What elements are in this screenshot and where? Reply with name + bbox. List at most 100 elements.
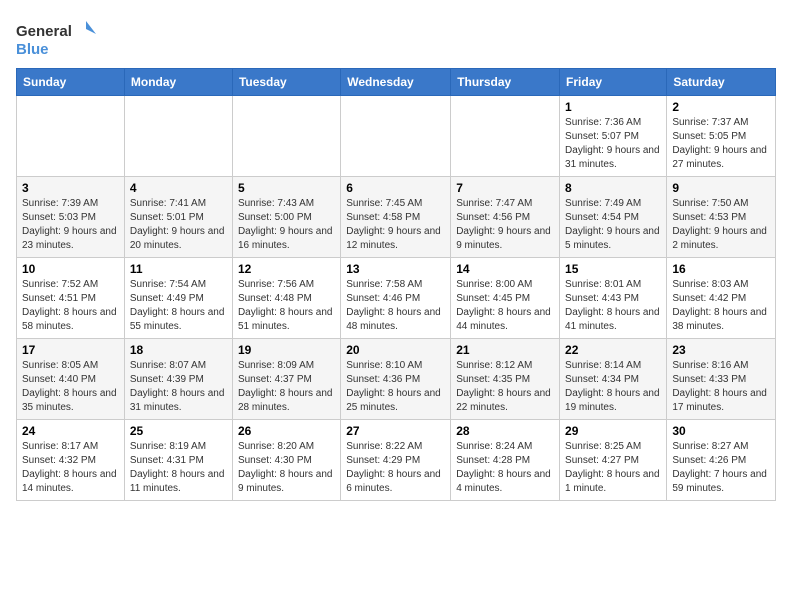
week-row-3: 17 Sunrise: 8:05 AM Sunset: 4:40 PM Dayli… xyxy=(17,339,776,420)
day-cell: 15Sunrise: 8:01 AM Sunset: 4:43 PM Dayli… xyxy=(560,258,667,339)
day-number: 16 xyxy=(672,262,770,276)
day-cell: 11 Sunrise: 7:54 AM Sunset: 4:49 PM Dayli… xyxy=(124,258,232,339)
day-info: Sunrise: 8:09 AM Sunset: 4:37 PM Dayligh… xyxy=(238,359,335,415)
header-cell-monday: Monday xyxy=(124,69,232,96)
day-info: Sunrise: 8:03 AM Sunset: 4:42 PM Dayligh… xyxy=(672,278,770,334)
day-info: Sunrise: 8:00 AM Sunset: 4:45 PM Dayligh… xyxy=(456,278,554,334)
day-number: 1 xyxy=(565,100,661,114)
day-info: Sunrise: 8:17 AM Sunset: 4:32 PM Dayligh… xyxy=(22,440,119,496)
day-cell xyxy=(17,96,125,177)
header-cell-thursday: Thursday xyxy=(451,69,560,96)
day-cell: 29 Sunrise: 8:25 AM Sunset: 4:27 PM Dayli… xyxy=(560,420,667,501)
day-number: 28 xyxy=(456,424,554,438)
day-cell: 20 Sunrise: 8:10 AM Sunset: 4:36 PM Dayli… xyxy=(341,339,451,420)
day-cell: 6 Sunrise: 7:45 AM Sunset: 4:58 PM Daylig… xyxy=(341,177,451,258)
day-cell xyxy=(232,96,340,177)
day-number: 15 xyxy=(565,262,661,276)
day-cell: 10Sunrise: 7:52 AM Sunset: 4:51 PM Dayli… xyxy=(17,258,125,339)
day-number: 29 xyxy=(565,424,661,438)
day-number: 6 xyxy=(346,181,445,195)
day-number: 14 xyxy=(456,262,554,276)
day-number: 22 xyxy=(565,343,661,357)
day-cell: 30 Sunrise: 8:27 AM Sunset: 4:26 PM Dayli… xyxy=(667,420,776,501)
day-number: 19 xyxy=(238,343,335,357)
calendar-header: SundayMondayTuesdayWednesdayThursdayFrid… xyxy=(17,69,776,96)
day-info: Sunrise: 7:37 AM Sunset: 5:05 PM Dayligh… xyxy=(672,116,770,172)
week-row-2: 10Sunrise: 7:52 AM Sunset: 4:51 PM Dayli… xyxy=(17,258,776,339)
day-number: 30 xyxy=(672,424,770,438)
day-info: Sunrise: 8:05 AM Sunset: 4:40 PM Dayligh… xyxy=(22,359,119,415)
day-number: 17 xyxy=(22,343,119,357)
day-cell: 26 Sunrise: 8:20 AM Sunset: 4:30 PM Dayli… xyxy=(232,420,340,501)
day-number: 26 xyxy=(238,424,335,438)
day-cell: 12 Sunrise: 7:56 AM Sunset: 4:48 PM Dayli… xyxy=(232,258,340,339)
day-number: 9 xyxy=(672,181,770,195)
day-number: 3 xyxy=(22,181,119,195)
day-cell: 4Sunrise: 7:41 AM Sunset: 5:01 PM Daylig… xyxy=(124,177,232,258)
day-info: Sunrise: 8:10 AM Sunset: 4:36 PM Dayligh… xyxy=(346,359,445,415)
day-cell: 9Sunrise: 7:50 AM Sunset: 4:53 PM Daylig… xyxy=(667,177,776,258)
logo-icon: General Blue xyxy=(16,16,96,60)
day-number: 27 xyxy=(346,424,445,438)
day-info: Sunrise: 7:47 AM Sunset: 4:56 PM Dayligh… xyxy=(456,197,554,253)
week-row-1: 3 Sunrise: 7:39 AM Sunset: 5:03 PM Daylig… xyxy=(17,177,776,258)
day-cell: 1 Sunrise: 7:36 AM Sunset: 5:07 PM Daylig… xyxy=(560,96,667,177)
day-number: 21 xyxy=(456,343,554,357)
day-cell: 28Sunrise: 8:24 AM Sunset: 4:28 PM Dayli… xyxy=(451,420,560,501)
day-info: Sunrise: 8:14 AM Sunset: 4:34 PM Dayligh… xyxy=(565,359,661,415)
header-cell-saturday: Saturday xyxy=(667,69,776,96)
day-info: Sunrise: 8:20 AM Sunset: 4:30 PM Dayligh… xyxy=(238,440,335,496)
day-info: Sunrise: 7:54 AM Sunset: 4:49 PM Dayligh… xyxy=(130,278,227,334)
day-cell: 2 Sunrise: 7:37 AM Sunset: 5:05 PM Daylig… xyxy=(667,96,776,177)
day-cell: 22 Sunrise: 8:14 AM Sunset: 4:34 PM Dayli… xyxy=(560,339,667,420)
day-info: Sunrise: 8:07 AM Sunset: 4:39 PM Dayligh… xyxy=(130,359,227,415)
header: General Blue xyxy=(16,16,776,60)
day-number: 24 xyxy=(22,424,119,438)
day-info: Sunrise: 8:27 AM Sunset: 4:26 PM Dayligh… xyxy=(672,440,770,496)
day-info: Sunrise: 8:16 AM Sunset: 4:33 PM Dayligh… xyxy=(672,359,770,415)
day-info: Sunrise: 8:19 AM Sunset: 4:31 PM Dayligh… xyxy=(130,440,227,496)
day-number: 23 xyxy=(672,343,770,357)
header-cell-tuesday: Tuesday xyxy=(232,69,340,96)
day-info: Sunrise: 7:45 AM Sunset: 4:58 PM Dayligh… xyxy=(346,197,445,253)
day-cell xyxy=(341,96,451,177)
day-cell: 23 Sunrise: 8:16 AM Sunset: 4:33 PM Dayli… xyxy=(667,339,776,420)
day-info: Sunrise: 8:25 AM Sunset: 4:27 PM Dayligh… xyxy=(565,440,661,496)
day-number: 11 xyxy=(130,262,227,276)
day-info: Sunrise: 7:56 AM Sunset: 4:48 PM Dayligh… xyxy=(238,278,335,334)
day-info: Sunrise: 8:12 AM Sunset: 4:35 PM Dayligh… xyxy=(456,359,554,415)
day-number: 7 xyxy=(456,181,554,195)
day-info: Sunrise: 7:52 AM Sunset: 4:51 PM Dayligh… xyxy=(22,278,119,334)
header-cell-wednesday: Wednesday xyxy=(341,69,451,96)
week-row-0: 1 Sunrise: 7:36 AM Sunset: 5:07 PM Daylig… xyxy=(17,96,776,177)
day-cell: 19 Sunrise: 8:09 AM Sunset: 4:37 PM Dayli… xyxy=(232,339,340,420)
svg-text:General: General xyxy=(16,23,72,40)
day-number: 25 xyxy=(130,424,227,438)
day-cell xyxy=(124,96,232,177)
day-number: 13 xyxy=(346,262,445,276)
day-cell: 16 Sunrise: 8:03 AM Sunset: 4:42 PM Dayli… xyxy=(667,258,776,339)
logo: General Blue xyxy=(16,16,96,60)
week-row-4: 24 Sunrise: 8:17 AM Sunset: 4:32 PM Dayli… xyxy=(17,420,776,501)
day-info: Sunrise: 7:36 AM Sunset: 5:07 PM Dayligh… xyxy=(565,116,661,172)
day-cell xyxy=(451,96,560,177)
header-cell-sunday: Sunday xyxy=(17,69,125,96)
day-number: 4 xyxy=(130,181,227,195)
day-number: 2 xyxy=(672,100,770,114)
day-info: Sunrise: 7:43 AM Sunset: 5:00 PM Dayligh… xyxy=(238,197,335,253)
day-info: Sunrise: 8:22 AM Sunset: 4:29 PM Dayligh… xyxy=(346,440,445,496)
day-number: 12 xyxy=(238,262,335,276)
day-info: Sunrise: 7:49 AM Sunset: 4:54 PM Dayligh… xyxy=(565,197,661,253)
day-cell: 18Sunrise: 8:07 AM Sunset: 4:39 PM Dayli… xyxy=(124,339,232,420)
day-cell: 13Sunrise: 7:58 AM Sunset: 4:46 PM Dayli… xyxy=(341,258,451,339)
day-cell: 8 Sunrise: 7:49 AM Sunset: 4:54 PM Daylig… xyxy=(560,177,667,258)
calendar-table: SundayMondayTuesdayWednesdayThursdayFrid… xyxy=(16,68,776,501)
day-cell: 5Sunrise: 7:43 AM Sunset: 5:00 PM Daylig… xyxy=(232,177,340,258)
day-cell: 21 Sunrise: 8:12 AM Sunset: 4:35 PM Dayli… xyxy=(451,339,560,420)
day-number: 20 xyxy=(346,343,445,357)
day-cell: 24 Sunrise: 8:17 AM Sunset: 4:32 PM Dayli… xyxy=(17,420,125,501)
day-number: 8 xyxy=(565,181,661,195)
header-row: SundayMondayTuesdayWednesdayThursdayFrid… xyxy=(17,69,776,96)
day-info: Sunrise: 7:39 AM Sunset: 5:03 PM Dayligh… xyxy=(22,197,119,253)
day-cell: 7 Sunrise: 7:47 AM Sunset: 4:56 PM Daylig… xyxy=(451,177,560,258)
